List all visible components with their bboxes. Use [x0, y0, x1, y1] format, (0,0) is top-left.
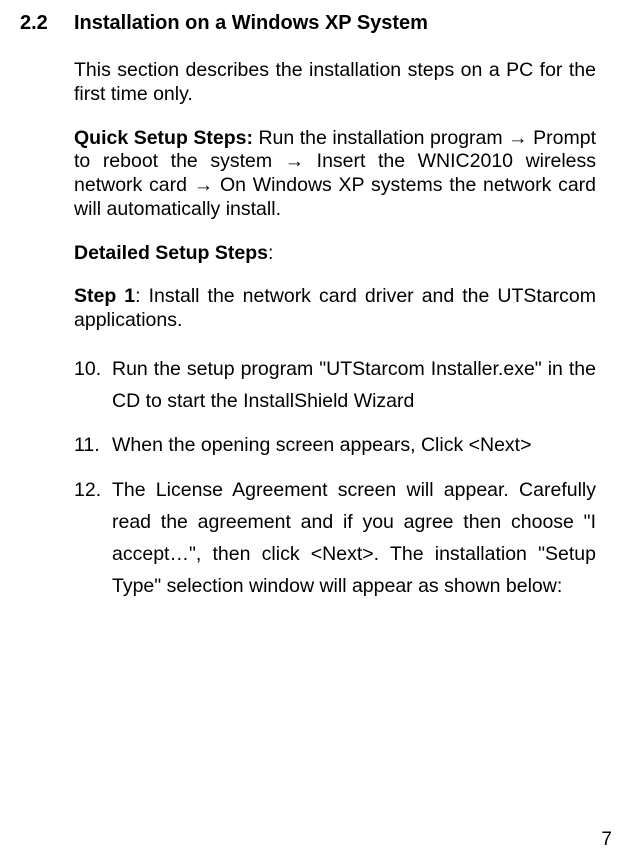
step1-paragraph: Step 1: Install the network card driver … [74, 285, 596, 333]
list-item: 11. When the opening screen appears, Cli… [74, 429, 596, 461]
detailed-heading: Detailed Setup Steps: [74, 242, 596, 266]
list-item: 12. The License Agreement screen will ap… [74, 474, 596, 603]
quick-setup-label: Quick Setup Steps: [74, 127, 253, 149]
list-number: 10. [74, 353, 112, 417]
intro-paragraph: This section describes the installation … [74, 59, 596, 107]
page-number: 7 [601, 829, 612, 851]
list-number: 12. [74, 474, 112, 603]
list-number: 11. [74, 429, 112, 461]
section-header: 2.2 Installation on a Windows XP System [20, 12, 596, 35]
detailed-label: Detailed Setup Steps [74, 242, 268, 264]
list-text: Run the setup program "UTStarcom Install… [112, 353, 596, 417]
quick-setup-paragraph: Quick Setup Steps: Run the installation … [74, 127, 596, 222]
body-content: This section describes the installation … [74, 59, 596, 602]
list-text: When the opening screen appears, Click <… [112, 429, 596, 461]
section-number: 2.2 [20, 12, 74, 35]
section-title: Installation on a Windows XP System [74, 12, 428, 35]
step1-label: Step 1 [74, 285, 135, 307]
list-item: 10. Run the setup program "UTStarcom Ins… [74, 353, 596, 417]
list-text: The License Agreement screen will appear… [112, 474, 596, 603]
step1-text: : Install the network card driver and th… [74, 285, 596, 331]
detailed-colon: : [268, 242, 273, 264]
